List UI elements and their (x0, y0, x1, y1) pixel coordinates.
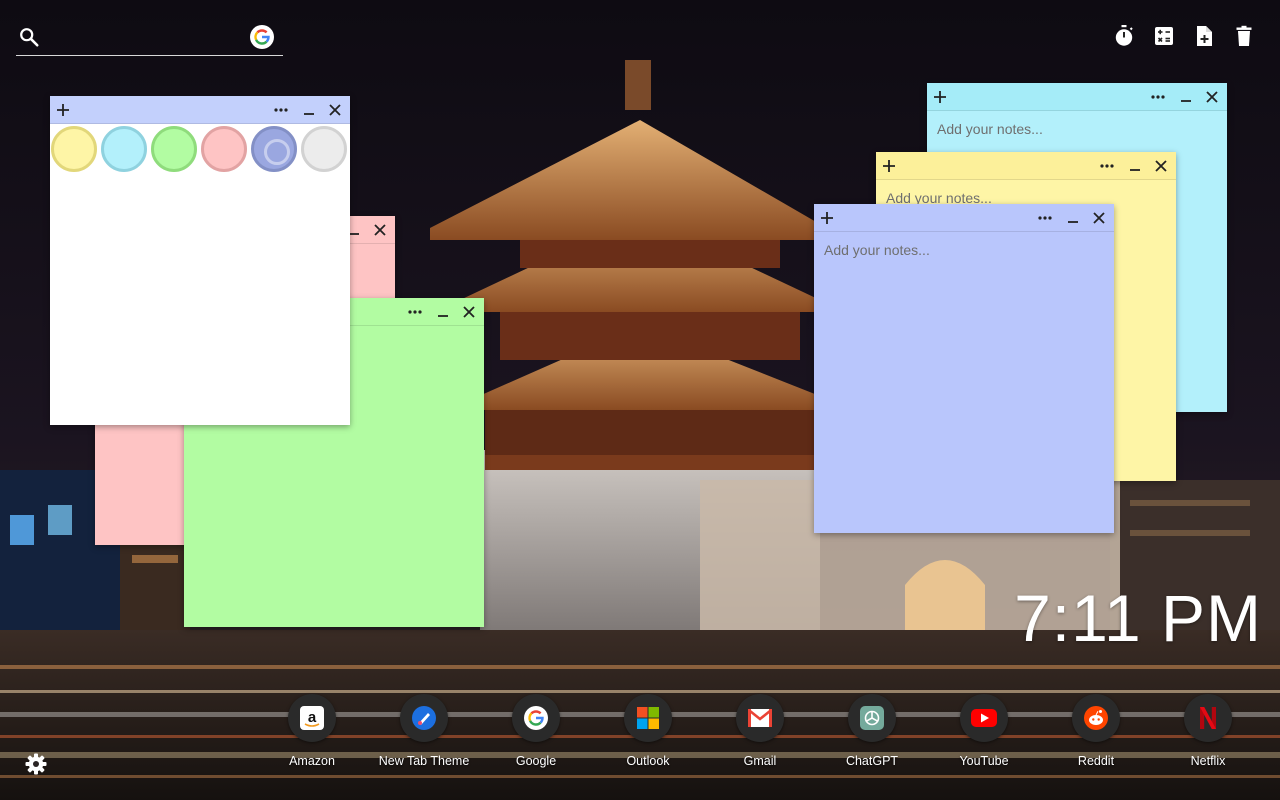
more-icon[interactable] (1145, 83, 1171, 111)
minimize-icon[interactable] (1122, 152, 1148, 180)
top-toolbar (1112, 24, 1256, 48)
quick-link-gmail[interactable]: Gmail (704, 694, 816, 768)
more-icon[interactable] (402, 298, 428, 326)
quick-link-label: YouTube (959, 754, 1009, 768)
swatch-blue[interactable] (251, 126, 297, 172)
quick-link-youtube[interactable]: YouTube (928, 694, 1040, 768)
quick-link-reddit[interactable]: Reddit (1040, 694, 1152, 768)
note-header[interactable] (876, 152, 1176, 180)
quick-link-label: New Tab Theme (378, 754, 470, 768)
minimize-icon[interactable] (1173, 83, 1199, 111)
sticky-note-blue (814, 204, 1114, 533)
quick-link-label: Gmail (743, 754, 777, 768)
note-header[interactable] (50, 96, 350, 124)
quick-link-label: Google (515, 754, 557, 768)
add-icon[interactable] (927, 83, 953, 111)
outlook-icon (624, 694, 672, 742)
swatch-green[interactable] (151, 126, 197, 172)
color-palette (50, 124, 350, 174)
quick-link-label: ChatGPT (845, 754, 899, 768)
note-header[interactable] (927, 83, 1227, 111)
chatgpt-icon (848, 694, 896, 742)
google-icon (512, 694, 560, 742)
quick-link-chatgpt[interactable]: ChatGPT (816, 694, 928, 768)
delete-icon[interactable] (1232, 24, 1256, 48)
quick-links-dock: a Amazon New Tab Theme Google Outlook Gm… (256, 694, 1264, 774)
more-icon[interactable] (268, 96, 294, 124)
reddit-icon (1072, 694, 1120, 742)
swatch-yellow[interactable] (51, 126, 97, 172)
minimize-icon[interactable] (296, 96, 322, 124)
add-icon[interactable] (814, 204, 840, 232)
more-icon[interactable] (1094, 152, 1120, 180)
note-text-area[interactable] (814, 232, 1114, 533)
new-tab-theme-icon (400, 694, 448, 742)
youtube-icon (960, 694, 1008, 742)
google-logo[interactable] (250, 25, 274, 49)
close-icon[interactable] (1148, 152, 1174, 180)
close-icon[interactable] (322, 96, 348, 124)
quick-link-label: Netflix (1190, 754, 1226, 768)
minimize-icon[interactable] (1060, 204, 1086, 232)
add-icon[interactable] (876, 152, 902, 180)
clock-time: 7:11 PM (1014, 581, 1262, 655)
add-icon[interactable] (50, 96, 76, 124)
close-icon[interactable] (367, 216, 393, 244)
quick-link-label: Outlook (626, 754, 670, 768)
sticky-note-color-picker (50, 96, 350, 425)
search-input[interactable] (50, 24, 240, 50)
new-note-icon[interactable] (1192, 24, 1216, 48)
swatch-cyan[interactable] (101, 126, 147, 172)
minimize-icon[interactable] (430, 298, 456, 326)
more-icon[interactable] (1032, 204, 1058, 232)
netflix-icon (1184, 694, 1232, 742)
close-icon[interactable] (1086, 204, 1112, 232)
search-bar (16, 22, 283, 56)
close-icon[interactable] (1199, 83, 1225, 111)
quick-link-new-tab-theme[interactable]: New Tab Theme (368, 694, 480, 768)
search-icon[interactable] (18, 26, 40, 48)
quick-link-outlook[interactable]: Outlook (592, 694, 704, 768)
quick-link-netflix[interactable]: Netflix (1152, 694, 1264, 768)
amazon-icon: a (288, 694, 336, 742)
quick-link-label: Amazon (289, 754, 335, 768)
timer-icon[interactable] (1112, 24, 1136, 48)
gear-icon[interactable] (24, 752, 48, 776)
swatch-pink[interactable] (201, 126, 247, 172)
calculator-icon[interactable] (1152, 24, 1176, 48)
swatch-white[interactable] (301, 126, 347, 172)
quick-link-label: Reddit (1077, 754, 1115, 768)
quick-link-google[interactable]: Google (480, 694, 592, 768)
gmail-icon (736, 694, 784, 742)
svg-text:a: a (308, 709, 317, 726)
quick-link-amazon[interactable]: a Amazon (256, 694, 368, 768)
note-header[interactable] (814, 204, 1114, 232)
close-icon[interactable] (456, 298, 482, 326)
